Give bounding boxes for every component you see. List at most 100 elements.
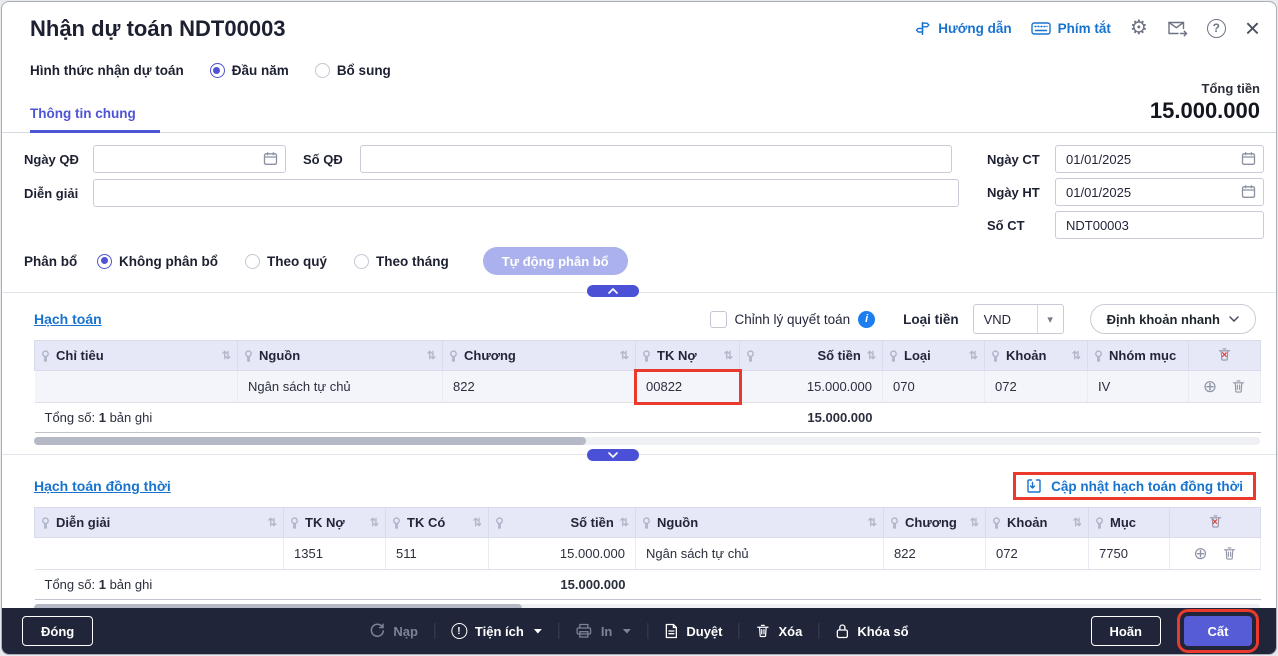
cell-so-tien[interactable]: 15.000.000 <box>740 371 883 403</box>
simultaneous-summary-row: Tổng số: 1 bản ghi 15.000.000 <box>35 570 1261 600</box>
help-icon[interactable]: ? <box>1207 19 1226 38</box>
radio-dot <box>354 254 369 269</box>
simultaneous-table: Diễn giải⇅ TK Nợ⇅ TK Có⇅ Số tiền⇅ Nguồn⇅… <box>34 507 1261 600</box>
radio-theo-thang[interactable]: Theo tháng <box>354 254 449 269</box>
cell-dien-giai[interactable] <box>35 538 284 570</box>
dien-giai-input[interactable] <box>93 179 959 207</box>
radio-bo-sung[interactable]: Bổ sung <box>315 63 391 78</box>
accounting-data-row[interactable]: Ngân sách tự chủ 822 00822 15.000.000 07… <box>35 371 1261 403</box>
scrollbar-thumb[interactable] <box>34 437 586 445</box>
document-icon <box>664 623 678 639</box>
update-icon <box>1026 478 1042 494</box>
page-title: Nhận dự toán NDT00003 <box>30 16 286 42</box>
cell-nhom-muc[interactable]: IV <box>1088 371 1189 403</box>
print-button[interactable]: In <box>576 623 632 639</box>
sort-icon[interactable]: ⇅ <box>868 516 877 529</box>
accounting-section-link[interactable]: Hạch toán <box>34 311 102 327</box>
shortcuts-link[interactable]: Phím tắt <box>1031 21 1111 36</box>
close-icon[interactable]: × <box>1245 18 1260 38</box>
currency-label: Loại tiền <box>903 312 959 327</box>
section-divider <box>2 292 1276 293</box>
cell-chi-tieu[interactable] <box>35 371 238 403</box>
sort-icon[interactable]: ⇅ <box>222 349 231 362</box>
auto-allocate-button[interactable]: Tự động phân bổ <box>483 247 628 275</box>
delete-all-icon[interactable]: × <box>1208 514 1223 529</box>
tab-bar: Thông tin chung <box>2 99 1276 133</box>
sort-icon[interactable]: ⇅ <box>724 349 733 362</box>
collapse-up-pill[interactable] <box>587 285 639 297</box>
calendar-icon[interactable] <box>263 151 278 166</box>
cell-loai[interactable]: 070 <box>883 371 985 403</box>
ngay-ht-input[interactable] <box>1055 178 1264 206</box>
reload-button[interactable]: Nạp <box>369 623 418 639</box>
currency-value: VND <box>974 312 1037 327</box>
feedback-mail-icon[interactable] <box>1167 20 1188 37</box>
settings-gear-icon[interactable]: ⚙ <box>1130 18 1148 38</box>
calendar-icon[interactable] <box>1241 151 1256 166</box>
cell-chuong[interactable]: 822 <box>443 371 636 403</box>
cell-chuong[interactable]: 822 <box>884 538 986 570</box>
close-button[interactable]: Đóng <box>22 616 93 646</box>
radio-theo-quy[interactable]: Theo quý <box>245 254 327 269</box>
cell-khoan[interactable]: 072 <box>985 371 1088 403</box>
approve-button[interactable]: Duyệt <box>664 623 722 639</box>
caret-down-icon <box>534 628 543 634</box>
accounting-controls: Chỉnh lý quyết toán i Loại tiền VND ▾ Đị… <box>710 304 1256 334</box>
cell-tk-co[interactable]: 511 <box>386 538 489 570</box>
sort-icon[interactable]: ⇅ <box>473 516 482 529</box>
add-row-icon[interactable]: ⊕ <box>1203 378 1217 395</box>
pin-icon <box>992 517 1001 529</box>
ngay-qd-input[interactable] <box>93 145 286 173</box>
pin-icon <box>495 517 504 529</box>
adjust-settlement-label[interactable]: Chỉnh lý quyết toán <box>735 312 851 327</box>
so-ct-label: Số CT <box>987 218 1055 233</box>
info-icon[interactable]: i <box>858 311 875 328</box>
cell-tk-no-highlighted[interactable]: 00822 <box>636 371 740 403</box>
postpone-button[interactable]: Hoãn <box>1091 616 1162 646</box>
currency-select[interactable]: VND ▾ <box>973 304 1064 334</box>
utilities-button[interactable]: ! Tiện ích <box>451 623 543 639</box>
sort-icon[interactable]: ⇅ <box>1073 516 1082 529</box>
collapse-down-pill[interactable] <box>587 449 639 461</box>
so-ct-input[interactable] <box>1055 211 1264 239</box>
sort-icon[interactable]: ⇅ <box>370 516 379 529</box>
radio-dau-nam[interactable]: Đầu năm <box>210 63 289 78</box>
tab-thong-tin-chung[interactable]: Thông tin chung <box>30 106 160 133</box>
pin-icon <box>41 517 50 529</box>
lock-button[interactable]: Khóa sổ <box>835 623 908 639</box>
cell-tk-no[interactable]: 1351 <box>284 538 386 570</box>
update-simultaneous-link-redbox[interactable]: Cập nhật hạch toán đồng thời <box>1013 472 1256 500</box>
sort-icon[interactable]: ⇅ <box>620 516 629 529</box>
calendar-icon[interactable] <box>1241 184 1256 199</box>
simultaneous-section-link[interactable]: Hạch toán đồng thời <box>34 478 171 494</box>
delete-row-icon[interactable] <box>1231 379 1246 394</box>
cell-nguon[interactable]: Ngân sách tự chủ <box>636 538 884 570</box>
cell-muc[interactable]: 7750 <box>1089 538 1170 570</box>
save-button-redbox[interactable]: Cất <box>1184 616 1252 646</box>
sort-icon[interactable]: ⇅ <box>620 349 629 362</box>
sort-icon[interactable]: ⇅ <box>427 349 436 362</box>
delete-all-icon[interactable]: × <box>1217 347 1232 362</box>
pin-icon <box>991 350 1000 362</box>
guide-link[interactable]: Hướng dẫn <box>914 20 1011 37</box>
radio-dot-selected <box>210 63 225 78</box>
sort-icon[interactable]: ⇅ <box>268 516 277 529</box>
cell-so-tien[interactable]: 15.000.000 <box>489 538 636 570</box>
ngay-ct-input[interactable] <box>1055 145 1264 173</box>
sort-icon[interactable]: ⇅ <box>969 349 978 362</box>
radio-khong-phan-bo[interactable]: Không phân bổ <box>97 254 218 269</box>
cell-nguon[interactable]: Ngân sách tự chủ <box>238 371 443 403</box>
delete-row-icon[interactable] <box>1222 546 1237 561</box>
delete-button[interactable]: Xóa <box>756 623 803 639</box>
cell-khoan[interactable]: 072 <box>986 538 1089 570</box>
sort-icon[interactable]: ⇅ <box>867 349 876 362</box>
select-arrow-icon[interactable]: ▾ <box>1037 305 1063 333</box>
sort-icon[interactable]: ⇅ <box>1072 349 1081 362</box>
quick-entry-button[interactable]: Định khoản nhanh <box>1090 304 1256 334</box>
adjust-settlement-checkbox[interactable] <box>710 311 727 328</box>
sort-icon[interactable]: ⇅ <box>970 516 979 529</box>
horizontal-scrollbar[interactable] <box>34 437 1260 445</box>
simultaneous-data-row[interactable]: 1351 511 15.000.000 Ngân sách tự chủ 822… <box>35 538 1261 570</box>
so-qd-input[interactable] <box>360 145 952 173</box>
add-row-icon[interactable]: ⊕ <box>1193 545 1207 562</box>
